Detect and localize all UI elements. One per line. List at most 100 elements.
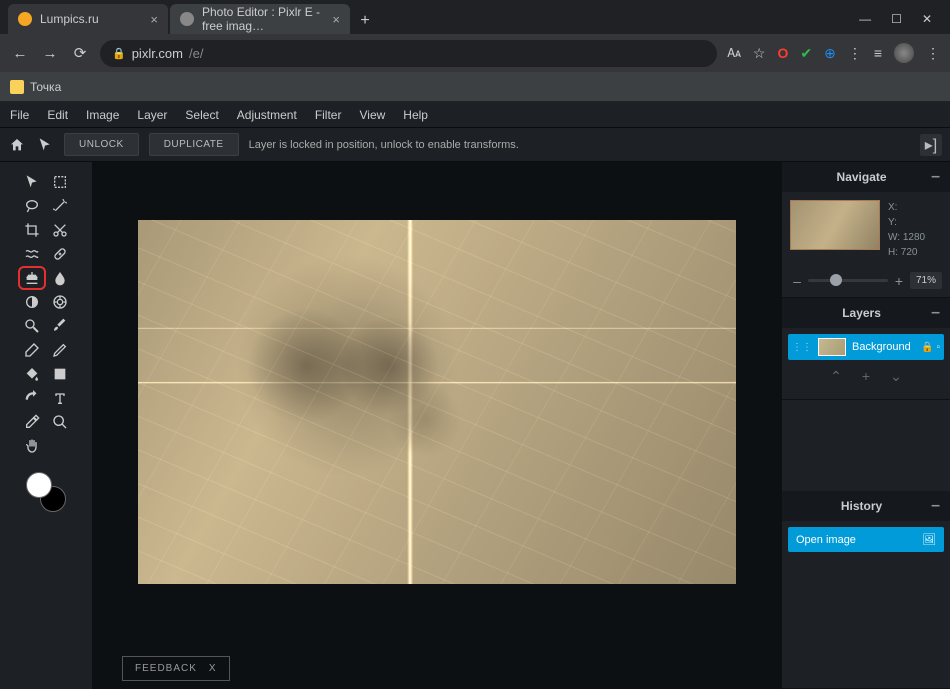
pen-tool[interactable] bbox=[46, 338, 74, 362]
zoom-in-button[interactable]: + bbox=[892, 273, 906, 289]
color-swatches[interactable] bbox=[26, 472, 66, 512]
cut-tool[interactable] bbox=[46, 218, 74, 242]
shape-tool[interactable] bbox=[46, 362, 74, 386]
ext-icon[interactable]: ✔ bbox=[800, 45, 812, 62]
canvas[interactable] bbox=[138, 220, 736, 584]
maximize-icon[interactable]: ☐ bbox=[891, 12, 902, 26]
foreground-color[interactable] bbox=[26, 472, 52, 498]
zoom-value[interactable]: 71% bbox=[910, 272, 942, 289]
text-tool[interactable] bbox=[46, 386, 74, 410]
arrow-tool[interactable] bbox=[18, 170, 46, 194]
playlist-icon[interactable]: ≡ bbox=[874, 45, 882, 61]
marquee-tool[interactable] bbox=[46, 170, 74, 194]
menu-bar: File Edit Image Layer Select Adjustment … bbox=[0, 102, 950, 128]
lasso-tool[interactable] bbox=[18, 194, 46, 218]
wand-tool[interactable] bbox=[46, 194, 74, 218]
browser-tab[interactable]: Photo Editor : Pixlr E - free imag… × bbox=[170, 4, 350, 34]
duplicate-button[interactable]: DUPLICATE bbox=[149, 133, 239, 156]
bookmark-item[interactable]: Точка bbox=[30, 80, 61, 94]
minimize-icon[interactable]: – bbox=[931, 168, 940, 186]
x-label: X: bbox=[888, 202, 897, 213]
y-label: Y: bbox=[888, 217, 897, 228]
avatar-icon[interactable] bbox=[894, 43, 914, 63]
drag-handle-icon[interactable]: ⋮⋮ bbox=[792, 342, 812, 353]
heal-tool[interactable] bbox=[46, 242, 74, 266]
zoom-tool[interactable] bbox=[46, 410, 74, 434]
menu-view[interactable]: View bbox=[359, 108, 385, 122]
layer-up-icon[interactable]: ⌃ bbox=[830, 368, 842, 385]
menu-image[interactable]: Image bbox=[86, 108, 119, 122]
dodge-tool[interactable] bbox=[18, 314, 46, 338]
add-layer-icon[interactable]: + bbox=[862, 368, 870, 385]
menu-filter[interactable]: Filter bbox=[315, 108, 342, 122]
unlock-button[interactable]: UNLOCK bbox=[64, 133, 139, 156]
brush-tool[interactable] bbox=[46, 314, 74, 338]
url-host: pixlr.com bbox=[132, 46, 183, 61]
tab-title: Lumpics.ru bbox=[40, 12, 99, 26]
pointer-icon[interactable] bbox=[36, 136, 54, 154]
ext-icon[interactable]: ⊕ bbox=[824, 45, 836, 62]
browser-tab[interactable]: Lumpics.ru × bbox=[8, 4, 168, 34]
pan-tool[interactable] bbox=[18, 434, 46, 458]
desaturate-tool[interactable] bbox=[18, 290, 46, 314]
menu-file[interactable]: File bbox=[10, 108, 29, 122]
menu-adjustment[interactable]: Adjustment bbox=[237, 108, 297, 122]
menu-icon[interactable]: ⋮ bbox=[926, 45, 940, 62]
extension-icons: 🗛 ☆ O ✔ ⊕ ⋮ ≡ ⋮ bbox=[727, 43, 940, 63]
toolbox bbox=[0, 162, 92, 689]
history-item[interactable]: Open image 🖼 bbox=[788, 527, 944, 552]
menu-select[interactable]: Select bbox=[185, 108, 218, 122]
reload-button[interactable]: ⟳ bbox=[70, 44, 90, 62]
home-icon[interactable] bbox=[8, 136, 26, 154]
close-icon[interactable]: × bbox=[150, 12, 158, 27]
navigator-thumbnail[interactable] bbox=[790, 200, 880, 250]
feedback-close[interactable]: X bbox=[209, 663, 217, 674]
favicon bbox=[180, 12, 194, 26]
feedback-label: FEEDBACK bbox=[135, 663, 197, 674]
fill-tool[interactable] bbox=[18, 362, 46, 386]
collapse-panels-icon[interactable]: ▸] bbox=[920, 134, 942, 156]
layer-item[interactable]: ⋮⋮ Background 🔒 ▫ bbox=[788, 334, 944, 360]
feedback-button[interactable]: FEEDBACK X bbox=[122, 656, 230, 681]
zoom-handle[interactable] bbox=[830, 274, 842, 286]
menu-help[interactable]: Help bbox=[403, 108, 428, 122]
right-panels: Navigate – X: Y: W: 1280 H: 720 – + bbox=[782, 162, 950, 689]
back-button[interactable]: ← bbox=[10, 45, 30, 62]
layers-panel: Layers – ⋮⋮ Background 🔒 ▫ ⌃ + ⌄ bbox=[782, 298, 950, 400]
url-input[interactable]: 🔒 pixlr.com/e/ bbox=[100, 40, 717, 67]
crop-tool[interactable] bbox=[18, 218, 46, 242]
blur-tool[interactable] bbox=[46, 266, 74, 290]
panel-header[interactable]: Navigate – bbox=[782, 162, 950, 192]
menu-layer[interactable]: Layer bbox=[137, 108, 167, 122]
zoom-out-button[interactable]: – bbox=[790, 273, 804, 289]
zoom-slider: – + 71% bbox=[782, 268, 950, 297]
options-message: Layer is locked in position, unlock to e… bbox=[249, 139, 519, 151]
lock-icon[interactable]: 🔒 ▫ bbox=[921, 342, 940, 353]
eyedropper-tool[interactable] bbox=[18, 410, 46, 434]
close-window-icon[interactable]: ✕ bbox=[922, 12, 932, 26]
forward-button[interactable]: → bbox=[40, 45, 60, 62]
minimize-icon[interactable]: – bbox=[931, 304, 940, 322]
new-tab-button[interactable]: + bbox=[352, 8, 378, 34]
gradient-tool[interactable] bbox=[18, 386, 46, 410]
star-icon[interactable]: ☆ bbox=[753, 45, 766, 62]
ext-icon[interactable]: ⋮ bbox=[848, 45, 862, 62]
ext-icon[interactable]: O bbox=[777, 45, 788, 61]
minimize-icon[interactable]: – bbox=[931, 497, 940, 515]
menu-edit[interactable]: Edit bbox=[47, 108, 68, 122]
h-label: H: bbox=[888, 247, 898, 258]
options-bar: UNLOCK DUPLICATE Layer is locked in posi… bbox=[0, 128, 950, 162]
translate-icon[interactable]: 🗛 bbox=[727, 46, 741, 61]
eraser-tool[interactable] bbox=[18, 338, 46, 362]
clone-stamp-tool[interactable] bbox=[18, 266, 46, 290]
panel-header[interactable]: Layers – bbox=[782, 298, 950, 328]
zoom-track[interactable] bbox=[808, 279, 888, 282]
panel-header[interactable]: History – bbox=[782, 491, 950, 521]
sponge-tool[interactable] bbox=[46, 290, 74, 314]
history-panel: History – Open image 🖼 bbox=[782, 491, 950, 689]
close-icon[interactable]: × bbox=[332, 12, 340, 27]
minimize-icon[interactable]: — bbox=[859, 12, 871, 26]
layer-down-icon[interactable]: ⌄ bbox=[890, 368, 902, 385]
image-icon: 🖼 bbox=[922, 533, 936, 546]
liquify-tool[interactable] bbox=[18, 242, 46, 266]
